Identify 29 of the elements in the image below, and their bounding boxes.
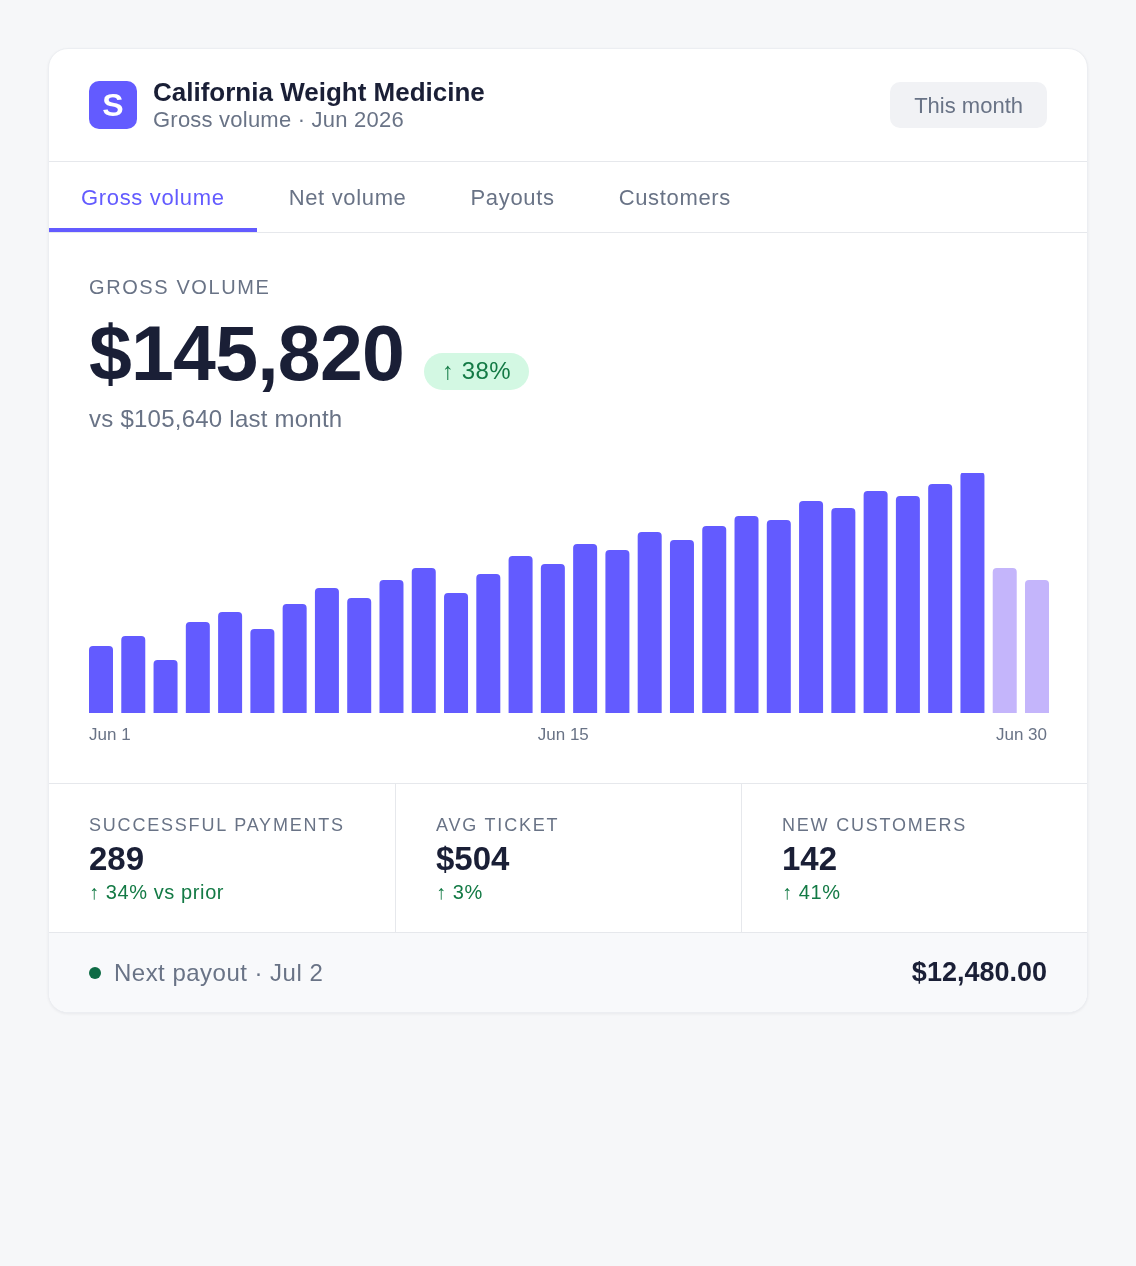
app-logo: S [89,81,137,129]
chart-bar [153,660,178,713]
status-dot-icon [89,966,101,979]
card-subtitle: Gross volume · Jun 2026 [153,107,405,133]
stat-change: ↑ 41% [782,880,842,904]
comparison-text: vs $105,640 last month [89,405,344,433]
payout-amount: $12,480.00 [911,956,1047,990]
payout-text: Next payout · Jul 2 [114,957,324,988]
chart-bar [89,646,113,713]
tab[interactable]: Net volume [256,162,439,232]
stat-change: ↑ 3% [436,880,484,904]
stat-value: 142 [782,840,839,878]
tab[interactable]: Payouts [438,162,587,232]
tab[interactable]: Gross volume [49,162,257,232]
card-title: California Weight Medicine [153,77,485,107]
stat-label: SUCCESSFUL PAYMENTS [89,814,346,836]
axis-label: Jun 30 [995,725,1047,745]
stat-change: ↑ 34% vs prior [89,880,226,904]
stat-value: $504 [436,840,511,878]
total-amount: $145,820 [89,313,404,393]
axis-label: Jun 1 [89,725,131,745]
tab[interactable]: Customers [586,162,763,232]
stat-label: AVG TICKET [436,814,561,836]
period-button[interactable]: This month [890,82,1047,128]
stat-label: NEW CUSTOMERS [782,814,969,836]
stat-value: 289 [89,840,146,878]
axis-label: Jun 15 [537,725,589,745]
change-badge: ↑ 38% [424,352,530,390]
section-label: GROSS VOLUME [89,275,272,299]
